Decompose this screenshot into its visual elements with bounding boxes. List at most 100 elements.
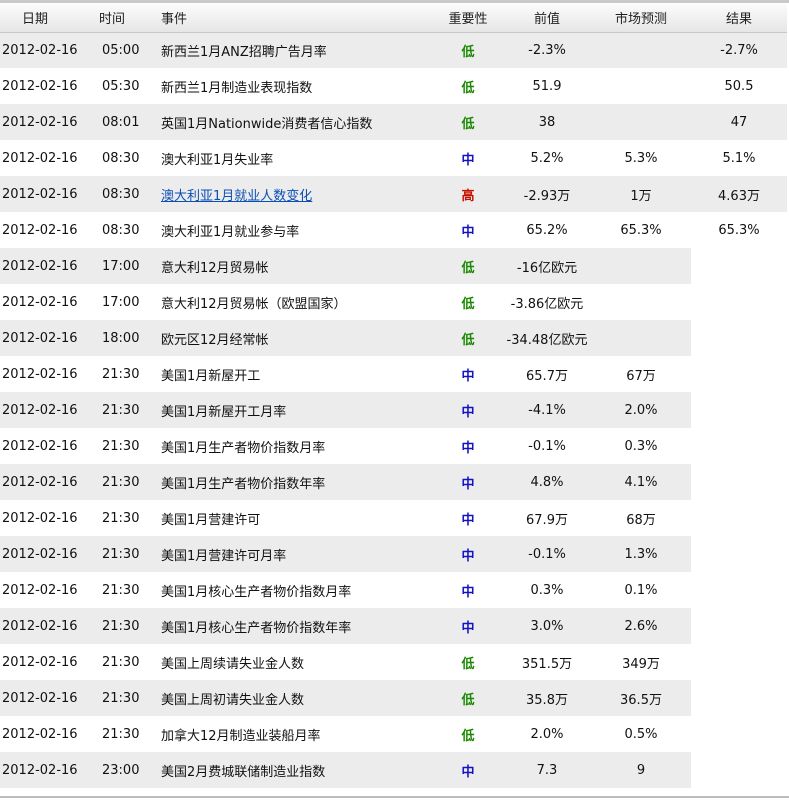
event-cell: 意大利12月贸易帐（欧盟国家）: [155, 284, 433, 320]
time-cell: 23:00: [93, 752, 155, 788]
date-cell: 2012-02-16: [0, 644, 93, 680]
date-cell: 2012-02-16: [0, 572, 93, 608]
date-cell: 2012-02-16: [0, 716, 93, 752]
importance-badge: 低: [433, 284, 503, 320]
table-row: 2012-02-16 08:01 英国1月Nationwide消费者信心指数低 38 4…: [0, 104, 787, 140]
time-cell: 18:00: [93, 320, 155, 356]
time-cell: 05:00: [93, 32, 155, 68]
time-cell: 05:30: [93, 68, 155, 104]
event-cell: 加拿大12月制造业装船月率: [155, 716, 433, 752]
importance-badge: 中: [433, 356, 503, 392]
date-cell: 2012-02-16: [0, 356, 93, 392]
date-cell: 2012-02-16: [0, 536, 93, 572]
table-row: 2012-02-16 17:00 意大利12月贸易帐（欧盟国家）低 -3.86亿欧元: [0, 284, 787, 320]
previous-cell: 38: [503, 104, 591, 140]
column-header-forecast: 市场预测: [591, 4, 691, 33]
event-cell: 美国1月核心生产者物价指数年率: [155, 608, 433, 644]
date-cell: 2012-02-16: [0, 608, 93, 644]
previous-cell: 35.8万: [503, 680, 591, 716]
table-row: 2012-02-16 21:30 美国1月生产者物价指数年率中 4.8% 4.1%: [0, 464, 787, 500]
previous-cell: 65.2%: [503, 212, 591, 248]
event-cell: 澳大利亚1月失业率: [155, 140, 433, 176]
event-cell: 意大利12月贸易帐: [155, 248, 433, 284]
forecast-cell: 68万: [591, 500, 691, 536]
actual-cell: [691, 752, 787, 788]
importance-badge: 中: [433, 536, 503, 572]
time-cell: 21:30: [93, 392, 155, 428]
previous-cell: -16亿欧元: [503, 248, 591, 284]
actual-cell: [691, 464, 787, 500]
actual-cell: [691, 428, 787, 464]
time-cell: 08:30: [93, 176, 155, 212]
date-cell: 2012-02-16: [0, 68, 93, 104]
table-row: 2012-02-16 21:30 美国1月营建许可月率中 -0.1% 1.3%: [0, 536, 787, 572]
actual-cell: [691, 356, 787, 392]
table-row: 2012-02-16 21:30 美国上周续请失业金人数低 351.5万 349万: [0, 644, 787, 680]
event-cell: 英国1月Nationwide消费者信心指数: [155, 104, 433, 140]
importance-badge: 低: [433, 320, 503, 356]
importance-badge: 低: [433, 248, 503, 284]
date-cell: 2012-02-16: [0, 140, 93, 176]
event-cell: 美国上周初请失业金人数: [155, 680, 433, 716]
actual-cell: [691, 392, 787, 428]
event-cell: 美国1月新屋开工: [155, 356, 433, 392]
previous-cell: 0.3%: [503, 572, 591, 608]
column-header-actual: 结果: [691, 4, 787, 33]
column-header-time: 时间: [93, 4, 155, 33]
forecast-cell: [591, 320, 691, 356]
forecast-cell: 5.3%: [591, 140, 691, 176]
importance-badge: 中: [433, 500, 503, 536]
event-cell: 新西兰1月ANZ招聘广告月率: [155, 32, 433, 68]
actual-cell: [691, 608, 787, 644]
table-row: 2012-02-16 08:30 澳大利亚1月就业人数变化 高 -2.93万 1万 4.63…: [0, 176, 787, 212]
economic-calendar: 日期 时间 事件 重要性 前值 市场预测 结果 2012-02-16 05:00 新…: [0, 0, 789, 804]
table-row: 2012-02-16 21:30 美国1月新屋开工中 65.7万 67万: [0, 356, 787, 392]
importance-badge: 中: [433, 464, 503, 500]
table-row: 2012-02-16 21:30 美国1月核心生产者物价指数年率中 3.0% 2.6%: [0, 608, 787, 644]
actual-cell: 65.3%: [691, 212, 787, 248]
time-cell: 08:30: [93, 212, 155, 248]
previous-cell: -0.1%: [503, 536, 591, 572]
previous-cell: 2.0%: [503, 716, 591, 752]
table-row: 2012-02-16 21:30 加拿大12月制造业装船月率低 2.0% 0.5%: [0, 716, 787, 752]
forecast-cell: 2.0%: [591, 392, 691, 428]
time-cell: 21:30: [93, 644, 155, 680]
table-body: 2012-02-16 05:00 新西兰1月ANZ招聘广告月率低 -2.3% -2.7%…: [0, 32, 787, 788]
importance-badge: 低: [433, 716, 503, 752]
event-link[interactable]: 澳大利亚1月就业人数变化: [161, 189, 312, 204]
date-cell: 2012-02-16: [0, 176, 93, 212]
previous-cell: -4.1%: [503, 392, 591, 428]
importance-badge: 中: [433, 392, 503, 428]
time-cell: 21:30: [93, 572, 155, 608]
date-cell: 2012-02-16: [0, 212, 93, 248]
date-cell: 2012-02-16: [0, 428, 93, 464]
importance-badge: 中: [433, 140, 503, 176]
table-row: 2012-02-16 23:00 美国2月费城联储制造业指数中 7.3 9: [0, 752, 787, 788]
actual-cell: [691, 536, 787, 572]
event-cell: 澳大利亚1月就业参与率: [155, 212, 433, 248]
forecast-cell: 4.1%: [591, 464, 691, 500]
time-cell: 21:30: [93, 608, 155, 644]
date-cell: 2012-02-16: [0, 464, 93, 500]
forecast-cell: 9: [591, 752, 691, 788]
actual-cell: -2.7%: [691, 32, 787, 68]
previous-cell: 51.9: [503, 68, 591, 104]
date-cell: 2012-02-16: [0, 680, 93, 716]
date-cell: 2012-02-16: [0, 500, 93, 536]
previous-cell: -34.48亿欧元: [503, 320, 591, 356]
actual-cell: [691, 500, 787, 536]
date-cell: 2012-02-16: [0, 320, 93, 356]
forecast-cell: 36.5万: [591, 680, 691, 716]
previous-cell: -2.3%: [503, 32, 591, 68]
actual-cell: 50.5: [691, 68, 787, 104]
time-cell: 21:30: [93, 500, 155, 536]
time-cell: 21:30: [93, 356, 155, 392]
actual-cell: [691, 644, 787, 680]
time-cell: 21:30: [93, 428, 155, 464]
table-row: 2012-02-16 21:30 美国1月生产者物价指数月率中 -0.1% 0.3%: [0, 428, 787, 464]
forecast-cell: [591, 104, 691, 140]
event-cell: 美国1月生产者物价指数年率: [155, 464, 433, 500]
importance-badge: 中: [433, 608, 503, 644]
date-cell: 2012-02-16: [0, 104, 93, 140]
table-row: 2012-02-16 18:00 欧元区12月经常帐低 -34.48亿欧元: [0, 320, 787, 356]
